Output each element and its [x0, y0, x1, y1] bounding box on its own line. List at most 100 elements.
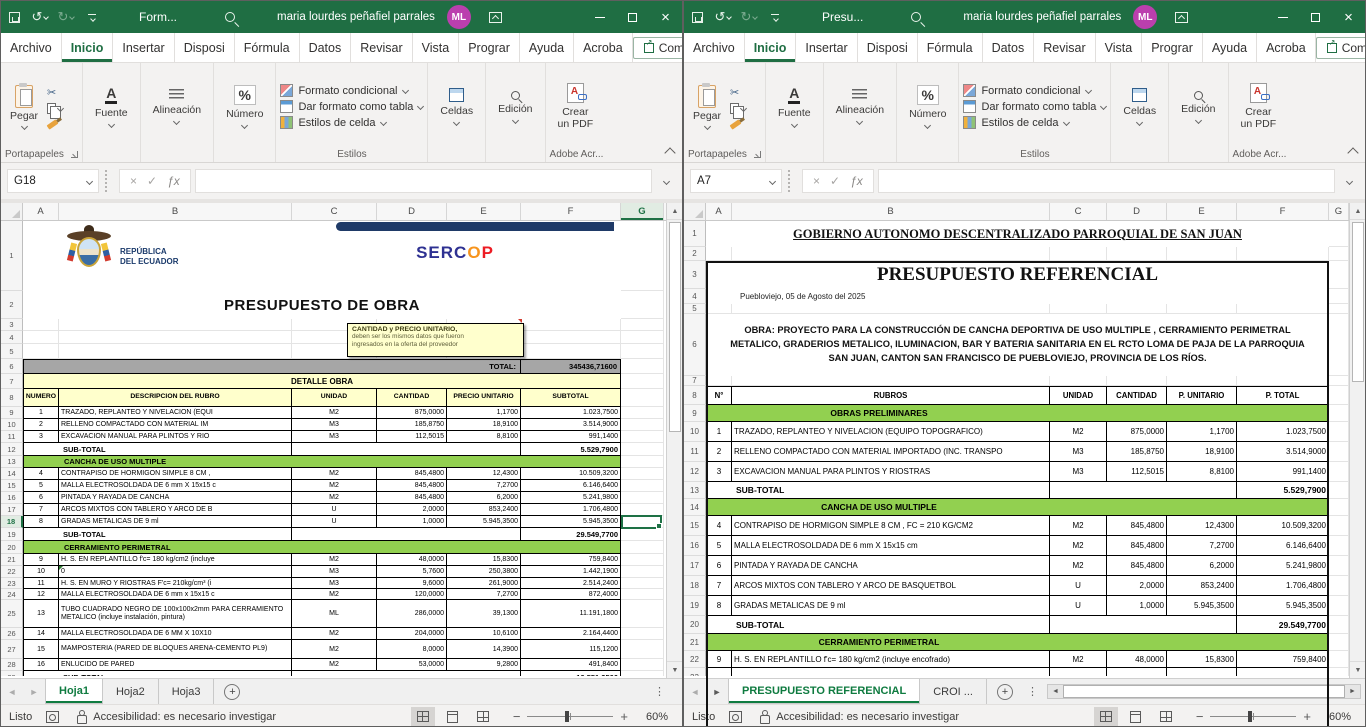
copy-button[interactable]: [47, 103, 63, 114]
name-box[interactable]: G18: [7, 169, 99, 193]
editing-group-button[interactable]: Edición: [1173, 91, 1223, 123]
column-header-C[interactable]: C: [292, 203, 377, 220]
row-number[interactable]: 17: [1, 504, 23, 516]
cell[interactable]: 345436,71600: [521, 359, 621, 374]
cell[interactable]: 6,2000: [447, 492, 521, 504]
user-name[interactable]: maria lourdes peñafiel parrales: [963, 11, 1121, 23]
zoom-slider[interactable]: [1210, 711, 1296, 722]
row-number[interactable]: 7: [684, 376, 706, 386]
cell[interactable]: 6: [23, 492, 59, 504]
formula-input[interactable]: [878, 169, 1335, 193]
row-number[interactable]: 16: [1, 492, 23, 504]
cell[interactable]: [1167, 668, 1237, 676]
cell[interactable]: M3: [292, 578, 377, 589]
row-number[interactable]: 18: [1, 516, 23, 528]
cell[interactable]: [621, 640, 664, 659]
create-pdf-button[interactable]: Crearun PDF: [550, 83, 602, 130]
row-number[interactable]: 4: [1, 331, 23, 344]
dialog-launcher-icon[interactable]: [71, 151, 78, 158]
name-box-separator[interactable]: [105, 170, 113, 192]
row-number[interactable]: 19: [1, 528, 23, 541]
save-icon[interactable]: [1, 1, 27, 33]
cell[interactable]: 9: [706, 651, 732, 668]
cell[interactable]: 7: [706, 576, 732, 596]
cell[interactable]: [732, 668, 1050, 676]
tab-revisar[interactable]: Revisar: [351, 33, 412, 62]
conditional-formatting-button[interactable]: Formato condicional: [963, 84, 1106, 97]
cell-styles-button[interactable]: Estilos de celda: [280, 116, 423, 129]
selected-cell[interactable]: [621, 515, 662, 529]
cell[interactable]: 8: [706, 596, 732, 616]
cell[interactable]: CONTRAPISO DE HORMIGON SIMPLE 8 CM , FC …: [732, 516, 1050, 536]
number-group-button[interactable]: % Número: [901, 85, 954, 128]
row-number[interactable]: 27: [1, 640, 23, 659]
scroll-down-icon[interactable]: ▼: [667, 661, 683, 678]
cell[interactable]: 4: [23, 468, 59, 480]
paste-button[interactable]: Pegar: [688, 67, 726, 146]
cell[interactable]: GRADAS METALICAS DE 9 ml: [732, 596, 1050, 616]
cell[interactable]: 10.509,3200: [1237, 516, 1329, 536]
scroll-up-icon[interactable]: ▲: [1350, 203, 1366, 220]
tab-archivo[interactable]: Archivo: [1, 33, 62, 62]
zoom-level[interactable]: 60%: [638, 711, 668, 723]
cell[interactable]: 7,2700: [447, 480, 521, 492]
cell[interactable]: 1.706,4800: [1237, 576, 1329, 596]
row-number[interactable]: 9: [1, 407, 23, 419]
tab-vista[interactable]: Vista: [1096, 33, 1143, 62]
maximize-button[interactable]: [1299, 1, 1332, 33]
tab-datos[interactable]: Datos: [983, 33, 1035, 62]
customize-qat-icon[interactable]: [762, 1, 788, 33]
cell[interactable]: 875,0000: [377, 407, 447, 419]
cell[interactable]: TRAZADO, REPLANTEO Y NIVELACION (EQUIPO …: [732, 422, 1050, 442]
cell[interactable]: 19.551,2500: [521, 671, 621, 676]
cell[interactable]: 845,4800: [1107, 516, 1167, 536]
row-number[interactable]: 5: [684, 304, 706, 314]
cell[interactable]: GRADAS METALICAS DE 9 ml: [59, 516, 292, 528]
row-number[interactable]: 18: [684, 576, 706, 596]
paste-button[interactable]: Pegar: [5, 67, 43, 146]
cell[interactable]: [1237, 304, 1329, 314]
close-button[interactable]: ×: [649, 1, 682, 33]
column-header-G[interactable]: G: [621, 203, 664, 220]
cell[interactable]: [621, 291, 664, 319]
row-number[interactable]: 8: [1, 389, 23, 407]
cell[interactable]: 15,8300: [447, 554, 521, 566]
enter-icon[interactable]: ✓: [147, 174, 157, 188]
cell[interactable]: [706, 376, 732, 386]
cell[interactable]: 759,8400: [521, 554, 621, 566]
cell[interactable]: [621, 492, 664, 504]
row-number[interactable]: 16: [684, 536, 706, 556]
new-sheet-button[interactable]: +: [997, 684, 1013, 700]
cell[interactable]: [621, 528, 664, 541]
accessibility-icon[interactable]: [758, 710, 770, 723]
cell[interactable]: 845,4800: [377, 468, 447, 480]
cut-button[interactable]: ✂: [730, 86, 746, 99]
row-number[interactable]: 15: [684, 516, 706, 536]
copy-button[interactable]: [730, 103, 746, 114]
sheet-tab-hoja2[interactable]: Hoja2: [103, 679, 159, 704]
row-number[interactable]: 10: [1, 419, 23, 431]
dialog-launcher-icon[interactable]: [754, 151, 761, 158]
cell[interactable]: EXCAVACION MANUAL PARA PLINTOS Y RIOSTRA…: [732, 462, 1050, 482]
cell[interactable]: [1329, 462, 1349, 482]
cell[interactable]: 5.945,3500: [521, 516, 621, 528]
cell[interactable]: 6.146,6400: [1237, 536, 1329, 556]
cell[interactable]: M2: [1050, 516, 1107, 536]
cell[interactable]: [621, 589, 664, 600]
cell[interactable]: 845,4800: [377, 480, 447, 492]
cell[interactable]: M2: [292, 640, 377, 659]
cell[interactable]: [1050, 247, 1107, 261]
cell[interactable]: [1329, 668, 1349, 676]
cell[interactable]: [1167, 304, 1237, 314]
cell[interactable]: 10: [23, 566, 59, 578]
editing-group-button[interactable]: Edición: [490, 91, 540, 123]
zoom-in-button[interactable]: +: [620, 709, 628, 724]
cell[interactable]: 0: [59, 566, 292, 578]
cancel-icon[interactable]: ×: [130, 174, 137, 188]
cancel-icon[interactable]: ×: [813, 174, 820, 188]
cell[interactable]: [1329, 422, 1349, 442]
prev-sheet-icon[interactable]: ◄: [1, 679, 23, 704]
cell[interactable]: [1167, 247, 1237, 261]
cell[interactable]: [706, 304, 732, 314]
column-header-D[interactable]: D: [1107, 203, 1167, 220]
